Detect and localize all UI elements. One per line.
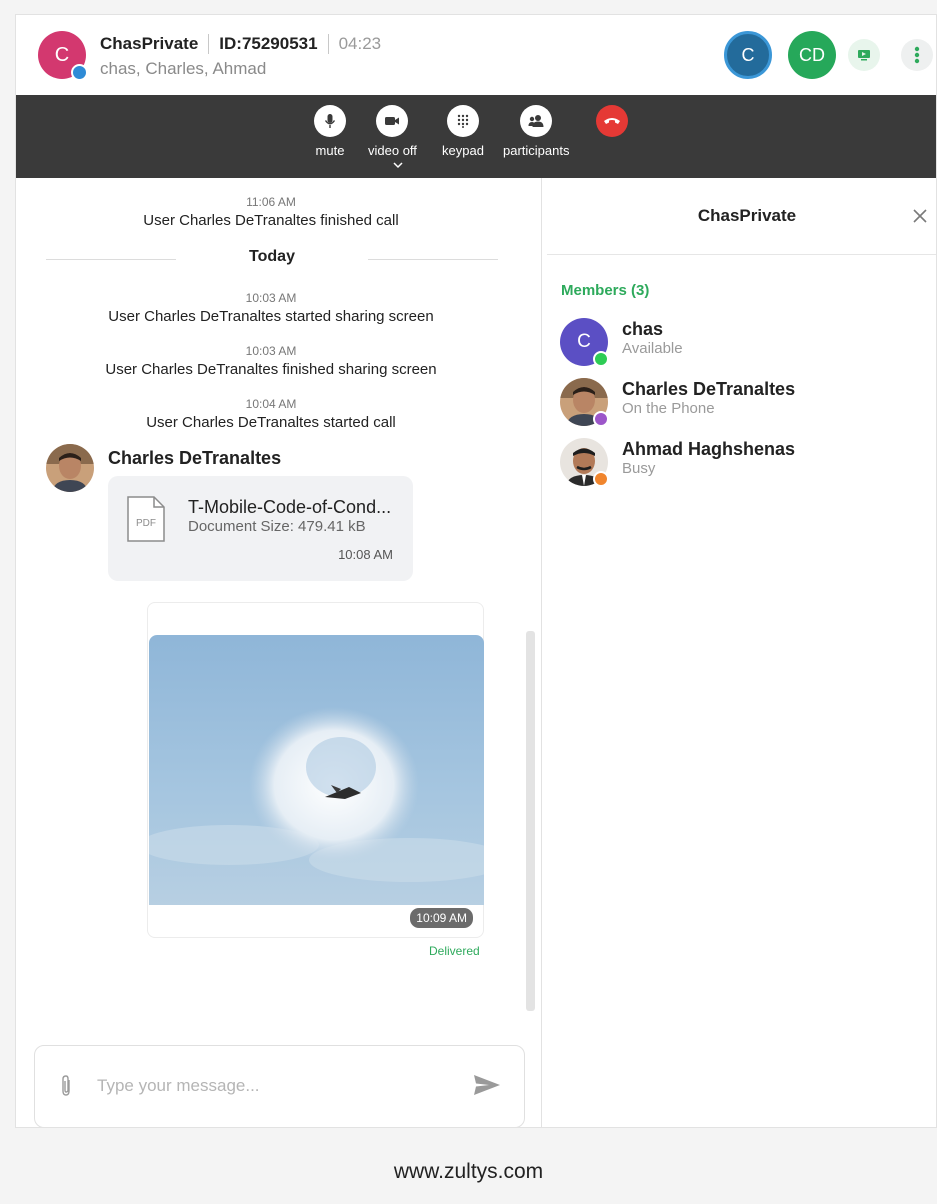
system-event: 10:03 AM User Charles DeTranaltes finish… bbox=[16, 344, 526, 378]
chevron-down-icon[interactable] bbox=[392, 161, 404, 169]
keypad-label: keypad bbox=[442, 143, 484, 158]
member-item[interactable]: Ahmad Haghshenas Busy bbox=[560, 438, 930, 488]
members-heading: Members (3) bbox=[561, 282, 650, 299]
event-time: 10:03 AM bbox=[245, 344, 297, 358]
participants-label: participants bbox=[503, 143, 570, 158]
person-photo bbox=[46, 444, 94, 492]
delivery-status: Delivered bbox=[429, 944, 480, 958]
event-text: User Charles DeTranaltes finished sharin… bbox=[105, 361, 437, 378]
title-separator bbox=[208, 34, 210, 54]
image-message[interactable]: 10:09 AM bbox=[147, 602, 484, 938]
title-row: ChasPrivate ID:75290531 04:23 bbox=[100, 34, 381, 54]
close-icon[interactable] bbox=[910, 206, 930, 226]
pdf-file-icon: PDF bbox=[127, 496, 165, 542]
member-name: chas bbox=[622, 319, 664, 339]
sender-avatar[interactable] bbox=[46, 444, 94, 492]
screen-share-icon bbox=[858, 50, 870, 61]
video-camera-icon bbox=[385, 117, 400, 125]
keypad-button[interactable]: keypad bbox=[442, 105, 484, 158]
participants-button[interactable]: participants bbox=[503, 105, 569, 158]
shared-image[interactable] bbox=[149, 635, 484, 905]
keypad-circle bbox=[446, 105, 479, 137]
chat-scrollbar[interactable] bbox=[526, 631, 535, 1011]
file-attachment[interactable]: PDF T-Mobile-Code-of-Cond... Document Si… bbox=[108, 476, 413, 581]
system-event: 11:06 AM User Charles DeTranaltes finish… bbox=[16, 195, 526, 229]
call-timer: 04:23 bbox=[338, 34, 382, 53]
system-event: 10:04 AM User Charles DeTranaltes starte… bbox=[16, 397, 526, 431]
more-vertical-icon bbox=[914, 46, 920, 64]
member-item[interactable]: C chas Available bbox=[560, 318, 930, 368]
paperclip-icon[interactable] bbox=[59, 1074, 73, 1098]
panel-title: ChasPrivate bbox=[697, 206, 797, 225]
hang-up-button[interactable] bbox=[596, 105, 628, 137]
sky-photo bbox=[149, 635, 484, 905]
message-time: 10:09 AM bbox=[410, 908, 473, 928]
footer-url[interactable]: www.zultys.com bbox=[0, 1160, 937, 1184]
active-participant-avatar-cd[interactable]: CD bbox=[788, 31, 836, 79]
call-toolbar: mute video off keypad participants bbox=[16, 95, 936, 178]
member-status: Busy bbox=[622, 460, 656, 477]
mute-circle bbox=[314, 105, 346, 137]
file-size: Document Size: 479.41 kB bbox=[188, 518, 366, 535]
member-status: Available bbox=[622, 340, 683, 357]
mute-button[interactable]: mute bbox=[314, 105, 346, 158]
active-participant-avatar-c[interactable]: C bbox=[724, 31, 772, 79]
event-text: User Charles DeTranaltes started call bbox=[146, 414, 396, 431]
screen-share-button[interactable] bbox=[848, 39, 880, 71]
system-event: 10:03 AM User Charles DeTranaltes starte… bbox=[16, 291, 526, 325]
event-time: 10:03 AM bbox=[245, 291, 297, 305]
video-circle bbox=[376, 105, 409, 137]
member-item[interactable]: Charles DeTranaltes On the Phone bbox=[560, 378, 930, 428]
keypad-icon bbox=[457, 114, 469, 128]
send-icon[interactable] bbox=[473, 1073, 501, 1097]
conversation-header: C ChasPrivate ID:75290531 04:23 chas, Ch… bbox=[16, 15, 936, 95]
status-on-phone-icon bbox=[593, 411, 609, 427]
member-name: Ahmad Haghshenas bbox=[622, 439, 796, 459]
member-name: Charles DeTranaltes bbox=[622, 379, 796, 399]
status-busy-icon bbox=[593, 471, 609, 487]
lock-badge-icon bbox=[71, 64, 88, 81]
sender-name: Charles DeTranaltes bbox=[108, 448, 282, 468]
avatar-letter: CD bbox=[799, 44, 825, 65]
avatar-letter: C bbox=[741, 44, 755, 65]
mute-label: mute bbox=[315, 143, 345, 158]
event-time: 10:04 AM bbox=[245, 397, 297, 411]
chat-area: 11:06 AM User Charles DeTranaltes finish… bbox=[16, 178, 541, 1127]
conversation-id: ID:75290531 bbox=[219, 34, 318, 53]
divider-line-right bbox=[368, 259, 498, 260]
panel-separator bbox=[547, 254, 936, 255]
pdf-icon-label: PDF bbox=[136, 518, 156, 529]
chat-window: C ChasPrivate ID:75290531 04:23 chas, Ch… bbox=[15, 14, 937, 1128]
file-name: T-Mobile-Code-of-Cond... bbox=[188, 497, 392, 517]
participants-icon bbox=[528, 115, 544, 127]
video-label: video off bbox=[368, 143, 417, 158]
message-composer bbox=[34, 1045, 525, 1127]
conversation-info-panel: ChasPrivate Members (3) C chas Available bbox=[542, 178, 936, 1127]
participants-list: chas, Charles, Ahmad bbox=[100, 59, 267, 78]
conversation-avatar[interactable]: C bbox=[38, 31, 88, 81]
avatar-letter: C bbox=[54, 43, 70, 66]
video-off-button[interactable]: video off bbox=[368, 105, 417, 158]
more-options-button[interactable] bbox=[901, 39, 933, 71]
hang-up-circle bbox=[596, 105, 628, 137]
member-status: On the Phone bbox=[622, 400, 715, 417]
id-separator bbox=[327, 34, 329, 54]
conversation-title: ChasPrivate bbox=[100, 34, 199, 53]
event-text: User Charles DeTranaltes started sharing… bbox=[108, 308, 434, 325]
event-time: 11:06 AM bbox=[246, 195, 296, 209]
day-divider: Today bbox=[46, 248, 498, 268]
message-time: 10:08 AM bbox=[338, 547, 393, 562]
day-divider-label: Today bbox=[249, 248, 295, 265]
hang-up-phone-icon bbox=[604, 118, 620, 124]
participants-circle bbox=[520, 105, 553, 137]
message-input[interactable] bbox=[97, 1071, 457, 1101]
microphone-icon bbox=[324, 114, 336, 128]
event-text: User Charles DeTranaltes finished call bbox=[143, 212, 399, 229]
avatar-letter: C bbox=[577, 331, 591, 352]
status-available-icon bbox=[593, 351, 609, 367]
